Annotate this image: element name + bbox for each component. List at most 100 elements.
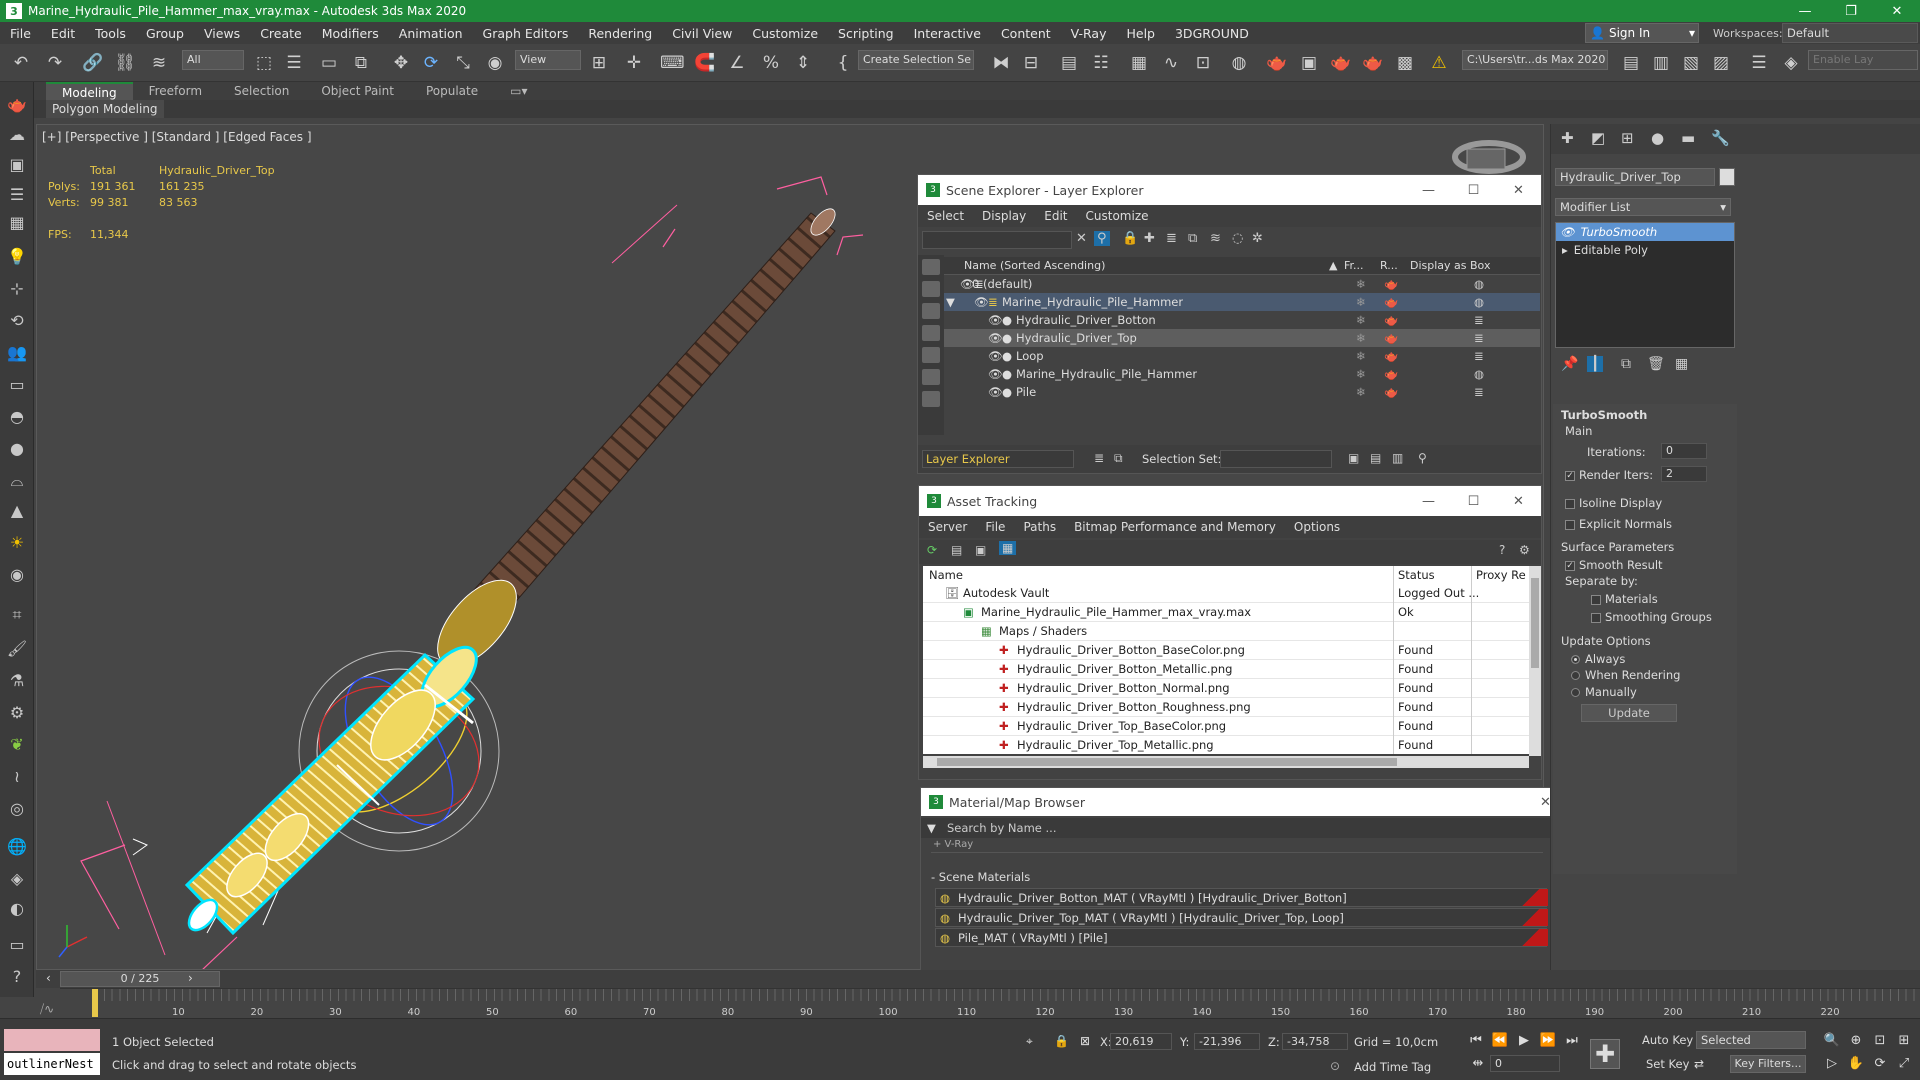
rect-region-icon[interactable]: ▭: [318, 52, 340, 74]
select-by-name-icon[interactable]: ☰: [283, 52, 305, 74]
asset-row[interactable]: ✚ Hydraulic_Driver_Botton_Normal.png Found: [923, 679, 1529, 698]
track-bar[interactable]: 10 20 30 40 50 60 70 80 90 100 110 120 130 140 150 160 1…: [60, 988, 1920, 1018]
configure-sets-icon[interactable]: ▦: [1675, 356, 1688, 372]
menu-edit[interactable]: Edit: [1035, 209, 1076, 223]
eye-icon[interactable]: 👁: [1560, 225, 1575, 239]
menu-interactive[interactable]: Interactive: [904, 26, 991, 41]
close-button[interactable]: ✕: [1874, 4, 1920, 19]
tab-object-paint[interactable]: Object Paint: [305, 82, 410, 100]
display-icon[interactable]: ▣: [6, 154, 28, 176]
frame-indicator[interactable]: 0 / 225: [60, 971, 220, 987]
render-grid-icon[interactable]: ▩: [1394, 52, 1416, 74]
z-coordinate-field[interactable]: -34,758: [1282, 1033, 1348, 1050]
tab-populate[interactable]: Populate: [410, 82, 494, 100]
rotate-view-icon[interactable]: ⟲: [6, 310, 28, 332]
material-item[interactable]: ◍ Hydraulic_Driver_Top_MAT ( VRayMtl ) [H…: [935, 908, 1548, 927]
thumbnail-view-icon[interactable]: ▣: [975, 543, 986, 557]
zoom-all-icon[interactable]: ⊕: [1846, 1032, 1866, 1050]
asset-row[interactable]: ✚ Hydraulic_Driver_Top_BaseColor.png Found: [923, 717, 1529, 736]
display-as-box-icon[interactable]: ≣: [1474, 347, 1484, 365]
asset-vertical-scrollbar[interactable]: [1529, 566, 1541, 756]
layer-light-icon[interactable]: ◌: [1232, 231, 1243, 246]
menu-v-ray[interactable]: V-Ray: [1061, 26, 1117, 41]
scale-icon[interactable]: ⤡: [452, 52, 474, 74]
layer-move-icon[interactable]: ⧉: [1188, 231, 1197, 246]
material-item[interactable]: ◍ Pile_MAT ( VRayMtl ) [Pile]: [935, 928, 1548, 947]
asset-row[interactable]: ✚ Hydraulic_Driver_Botton_Roughness.png Fo…: [923, 698, 1529, 717]
current-frame-marker[interactable]: [92, 989, 98, 1017]
reference-coord-dropdown[interactable]: View: [515, 50, 581, 70]
sun-icon[interactable]: ☀: [6, 532, 28, 554]
maxscript-input[interactable]: outlinerNest: [4, 1053, 100, 1075]
place-icon[interactable]: ◉: [484, 52, 506, 74]
menu-customize[interactable]: Customize: [1077, 209, 1158, 223]
render-icon[interactable]: 🫖: [1330, 52, 1352, 74]
render-toggle-icon[interactable]: 🫖: [1384, 275, 1398, 293]
freeze-icon[interactable]: ❄: [1356, 311, 1366, 329]
set-key-button[interactable]: Set Key: [1646, 1057, 1689, 1071]
menu-create[interactable]: Create: [250, 26, 312, 41]
freeze-icon[interactable]: ❄: [1356, 293, 1366, 311]
freeze-icon[interactable]: ❄: [1356, 347, 1366, 365]
clear-icon[interactable]: ✕: [1076, 231, 1087, 246]
scene-explorer-icon[interactable]: ▤: [1058, 52, 1080, 74]
mesh-icon[interactable]: ⌗: [6, 604, 28, 626]
flask-icon[interactable]: ⚗: [6, 670, 28, 692]
render-toggle-icon[interactable]: 🫖: [1384, 293, 1398, 311]
unlink-icon[interactable]: ⛓: [114, 52, 136, 74]
remove-modifier-icon[interactable]: 🗑: [1647, 356, 1665, 372]
render-toggle-icon[interactable]: 🫖: [1384, 329, 1398, 347]
grid-icon[interactable]: ▦: [6, 212, 28, 234]
scene-explorer-titlebar[interactable]: 3 Scene Explorer - Layer Explorer — ☐ ✕: [918, 175, 1541, 205]
asset-row[interactable]: 🗄 Autodesk Vault Logged Out ...: [923, 584, 1529, 603]
scene-row[interactable]: 👁 ● Pile ❄ 🫖 ≣: [944, 383, 1540, 401]
maximize-button[interactable]: ☐: [1451, 183, 1496, 198]
tab-modeling[interactable]: Modeling: [46, 82, 133, 100]
material-search-input[interactable]: Search by Name ...: [947, 818, 1056, 838]
selection-lock-icon[interactable]: 🔒: [1054, 1034, 1069, 1048]
bind-spacewarp-icon[interactable]: ≋: [148, 52, 170, 74]
key-mode-icon[interactable]: ⇄: [1694, 1057, 1704, 1071]
menu-modifiers[interactable]: Modifiers: [312, 26, 389, 41]
isoline-checkbox[interactable]: [1565, 498, 1575, 509]
menu-rendering[interactable]: Rendering: [578, 26, 662, 41]
sphere-white-icon[interactable]: ●: [6, 438, 28, 460]
render-toggle-icon[interactable]: 🫖: [1384, 365, 1398, 383]
asset-row[interactable]: ✚ Hydraulic_Driver_Botton_BaseColor.png Fo…: [923, 641, 1529, 660]
render-icon-left[interactable]: ◐: [6, 898, 28, 920]
auto-key-button[interactable]: Auto Key: [1642, 1033, 1693, 1047]
save-icon[interactable]: ▭: [6, 934, 28, 956]
iterations-spinner[interactable]: 0: [1661, 443, 1707, 459]
menu-help[interactable]: Help: [1116, 26, 1165, 41]
zoom-extents-icon[interactable]: ⊡: [1870, 1032, 1890, 1050]
minimize-button[interactable]: —: [1782, 4, 1828, 19]
display-tab-icon[interactable]: ▬: [1681, 129, 1695, 147]
maximize-button[interactable]: ☐: [1451, 494, 1496, 509]
globe-icon[interactable]: 🌐: [6, 836, 28, 858]
menu-customize[interactable]: Customize: [742, 26, 828, 41]
isolate-icon[interactable]: ⌖: [1026, 1034, 1033, 1049]
render-toggle-icon[interactable]: 🫖: [1384, 347, 1398, 365]
maxscript-listener-pink[interactable]: [4, 1029, 100, 1051]
time-slider[interactable]: ‹ 0 / 225 ›: [36, 970, 1920, 988]
col-name[interactable]: Name: [929, 566, 963, 584]
asset-tracking-titlebar[interactable]: 3 Asset Tracking — ☐ ✕: [919, 486, 1541, 516]
modifier-list-dropdown[interactable]: Modifier List ▾: [1555, 198, 1731, 216]
display-as-box-icon[interactable]: ◍: [1474, 275, 1484, 293]
scene-row[interactable]: 👁 ≣ 0 (default) ❄ 🫖 ◍: [944, 275, 1540, 293]
helper-icon[interactable]: ⊹: [6, 278, 28, 300]
display-as-box-icon[interactable]: ≣: [1474, 383, 1484, 401]
select-object-icon[interactable]: ⬚: [253, 52, 275, 74]
layer-explorer-icon[interactable]: ☷: [1090, 52, 1112, 74]
layers-icon[interactable]: ◈: [1780, 52, 1802, 74]
pin-icon[interactable]: 📌: [1561, 356, 1578, 372]
menu-display[interactable]: Display: [973, 209, 1035, 223]
menu-options[interactable]: Options: [1285, 520, 1349, 534]
scene-row[interactable]: 👁 ● Hydraulic_Driver_Botton ❄ 🫖 ≣: [944, 311, 1540, 329]
zoom-extents-all-icon[interactable]: ⊞: [1894, 1032, 1914, 1050]
show-end-result-icon[interactable]: ┃: [1587, 356, 1604, 372]
light-icon[interactable]: 💡: [6, 246, 28, 268]
layer-collapse-icon[interactable]: ≋: [1210, 231, 1221, 246]
close-button[interactable]: ✕: [1496, 494, 1541, 509]
menu-civil-view[interactable]: Civil View: [662, 26, 742, 41]
